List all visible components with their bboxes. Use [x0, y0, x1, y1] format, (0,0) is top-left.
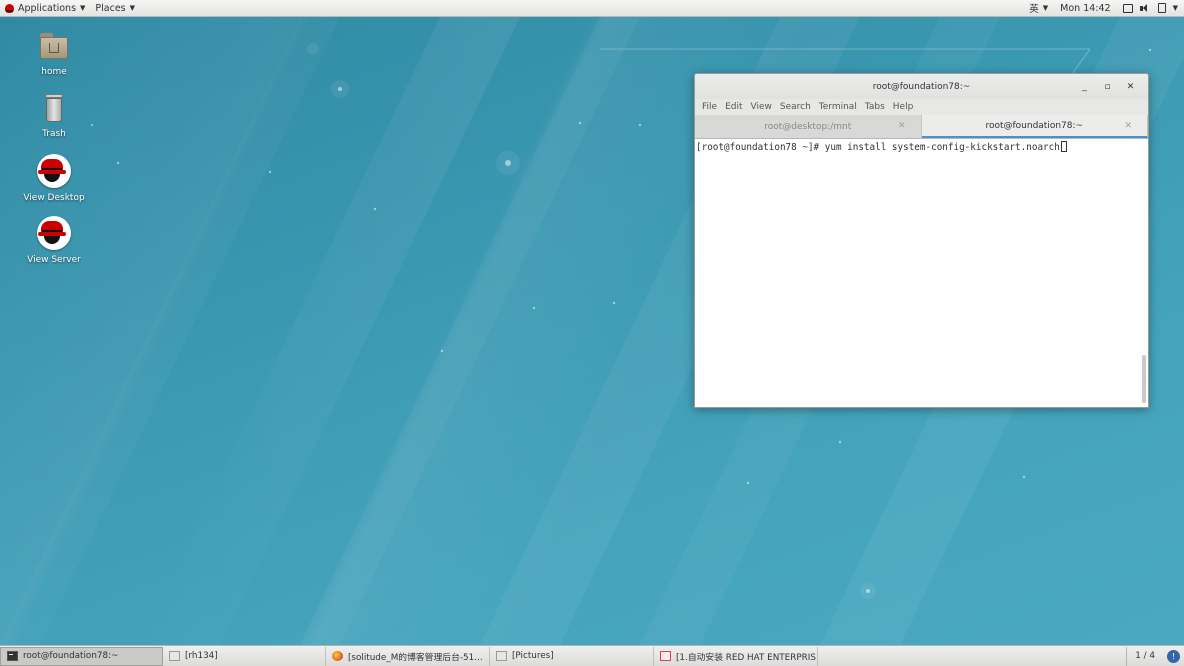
tab-root-desktop[interactable]: root@desktop:/mnt ✕: [695, 115, 922, 138]
home-folder-icon: [37, 30, 71, 64]
display-icon: [1122, 3, 1133, 13]
menu-edit[interactable]: Edit: [721, 102, 746, 112]
window-icon: [169, 651, 180, 661]
desktop-icon-trash[interactable]: Trash: [14, 92, 94, 139]
redhat-icon: [37, 216, 71, 250]
task-terminal[interactable]: root@foundation78:~: [0, 646, 163, 666]
workspace-switcher[interactable]: 1 / 4 !: [1126, 646, 1184, 666]
menu-terminal[interactable]: Terminal: [815, 102, 861, 112]
redhat-logo-icon: [5, 3, 14, 13]
chevron-down-icon: ▼: [80, 4, 86, 12]
terminal-window: root@foundation78:~ _ ▫ ✕ File Edit View…: [694, 73, 1149, 408]
workspace-indicator[interactable]: 1 / 4: [1126, 646, 1163, 666]
notification-icon[interactable]: !: [1167, 649, 1180, 663]
chevron-down-icon: ▼: [1172, 4, 1178, 12]
desktop-icon-label: Trash: [42, 129, 66, 139]
places-menu[interactable]: Places ▼: [90, 0, 140, 17]
system-tray[interactable]: ▼: [1117, 3, 1184, 13]
desktop-icon-label: View Server: [27, 255, 81, 265]
terminal-tabbar: root@desktop:/mnt ✕ root@foundation78:~ …: [695, 115, 1148, 139]
terminal-output[interactable]: [root@foundation78 ~]# yum install syste…: [695, 139, 1148, 407]
task-document[interactable]: [1.自动安装 RED HAT ENTERPRIS...: [654, 646, 818, 666]
input-method-indicator[interactable]: 英 ▼: [1023, 1, 1054, 15]
tab-label: root@desktop:/mnt: [764, 121, 852, 132]
close-tab-icon[interactable]: ✕: [898, 121, 906, 131]
window-titlebar[interactable]: root@foundation78:~ _ ▫ ✕: [695, 74, 1148, 99]
scrollbar-thumb[interactable]: [1142, 355, 1146, 403]
task-label: [solitude_M的博客管理后台-51...: [348, 652, 483, 663]
terminal-scrollbar[interactable]: [1141, 141, 1146, 403]
volume-icon: [1139, 3, 1151, 13]
menu-tabs[interactable]: Tabs: [861, 102, 889, 112]
chevron-down-icon: ▼: [1042, 4, 1049, 12]
minimize-button[interactable]: _: [1073, 82, 1096, 92]
desktop-icon-home[interactable]: home: [14, 30, 94, 77]
menu-view[interactable]: View: [747, 102, 776, 112]
menu-file[interactable]: File: [698, 102, 721, 112]
top-panel: Applications ▼ Places ▼ 英 ▼ Mon 14:42 ▼: [0, 0, 1184, 17]
task-firefox[interactable]: [solitude_M的博客管理后台-51...: [326, 646, 490, 666]
terminal-icon: [7, 651, 18, 661]
trash-icon: [37, 92, 71, 126]
places-label: Places: [95, 2, 126, 14]
shell-command: yum install system-config-kickstart.noar…: [824, 142, 1060, 153]
battery-icon: [1157, 3, 1166, 13]
applications-menu[interactable]: Applications ▼: [0, 0, 90, 17]
maximize-button[interactable]: ▫: [1096, 82, 1119, 92]
terminal-line: [root@foundation78 ~]# yum install syste…: [696, 141, 1147, 153]
firefox-icon: [332, 651, 343, 661]
close-tab-icon[interactable]: ✕: [1124, 121, 1132, 131]
task-label: [rh134]: [185, 651, 218, 661]
task-pictures[interactable]: [Pictures]: [490, 646, 654, 666]
document-icon: [660, 651, 671, 661]
tab-label: root@foundation78:~: [985, 120, 1084, 131]
desktop-icon-view-desktop[interactable]: View Desktop: [14, 154, 94, 203]
clock[interactable]: Mon 14:42: [1054, 3, 1116, 14]
chevron-down-icon: ▼: [129, 4, 136, 12]
task-label: [1.自动安装 RED HAT ENTERPRIS...: [676, 652, 818, 663]
menu-help[interactable]: Help: [889, 102, 918, 112]
close-button[interactable]: ✕: [1119, 82, 1142, 92]
taskbar: root@foundation78:~ [rh134] [solitude_M的…: [0, 645, 1184, 666]
input-method-label: 英: [1029, 4, 1039, 15]
redhat-icon: [37, 154, 71, 188]
desktop-icon-label: home: [41, 67, 67, 77]
window-title: root@foundation78:~: [872, 81, 971, 92]
desktop-icon-view-server[interactable]: View Server: [14, 216, 94, 265]
applications-label: Applications: [18, 2, 77, 14]
terminal-menubar: File Edit View Search Terminal Tabs Help: [695, 99, 1148, 115]
text-cursor: [1060, 141, 1067, 152]
task-rh134[interactable]: [rh134]: [163, 646, 326, 666]
clock-label: Mon 14:42: [1060, 2, 1111, 14]
task-label: [Pictures]: [512, 651, 554, 661]
menu-search[interactable]: Search: [776, 102, 815, 112]
task-label: root@foundation78:~: [23, 651, 119, 661]
tab-root-foundation[interactable]: root@foundation78:~ ✕: [921, 115, 1148, 138]
shell-prompt: [root@foundation78 ~]#: [696, 142, 820, 153]
window-icon: [496, 651, 507, 661]
desktop-icon-label: View Desktop: [23, 193, 85, 203]
